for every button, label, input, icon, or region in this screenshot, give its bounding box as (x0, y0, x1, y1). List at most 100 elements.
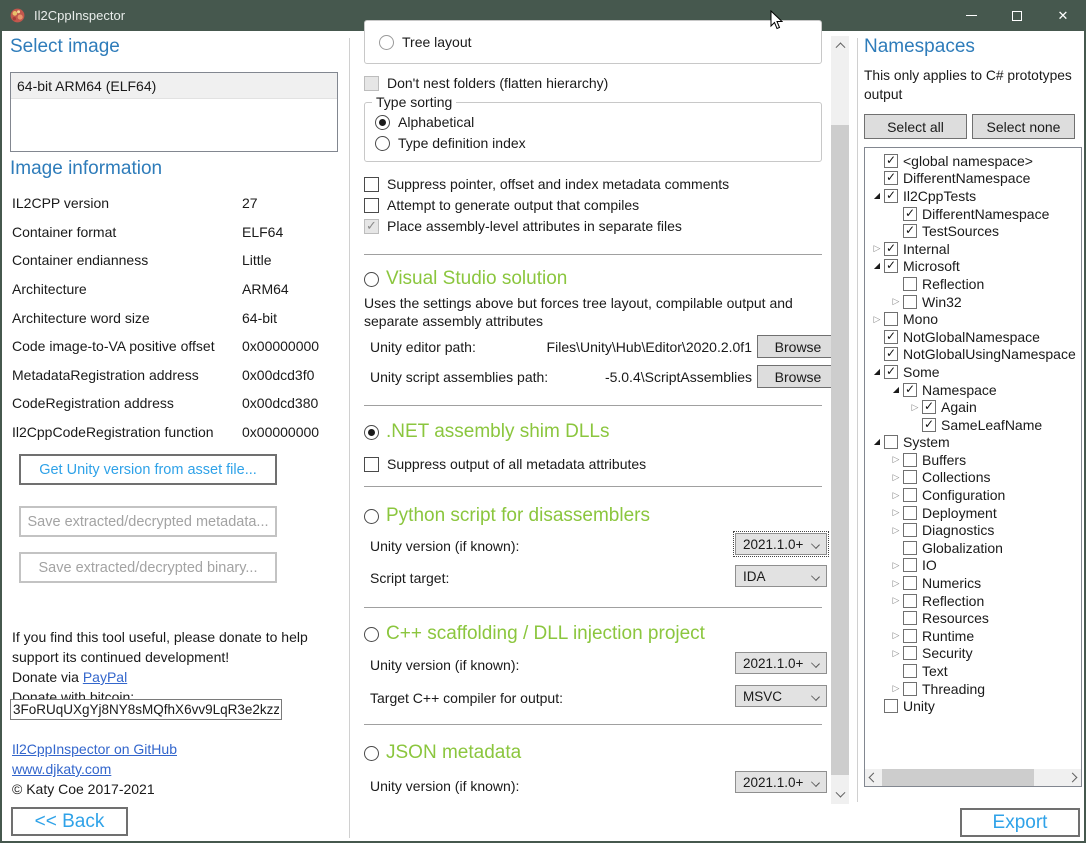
type-def-index-radio[interactable] (375, 136, 390, 151)
tree-item[interactable]: ◢Some (865, 363, 1082, 381)
tree-checkbox[interactable] (884, 699, 898, 713)
python-section-header[interactable]: Python script for disassemblers (364, 505, 650, 527)
back-button[interactable]: << Back (11, 807, 128, 836)
website-link[interactable]: www.djkaty.com (12, 761, 111, 777)
suppress-comments-option[interactable]: Suppress pointer, offset and index metad… (364, 176, 729, 192)
script-target-combobox[interactable]: IDA (735, 565, 827, 587)
cpp-section-header[interactable]: C++ scaffolding / DLL injection project (364, 623, 705, 645)
tree-item[interactable]: ▷Runtime (865, 627, 1082, 645)
tree-layout-radio[interactable] (379, 35, 394, 50)
scroll-down-arrow[interactable] (831, 787, 849, 804)
suppress-comments-checkbox[interactable] (364, 177, 379, 192)
collapsed-expander-icon[interactable]: ▷ (889, 649, 903, 658)
minimize-button[interactable] (948, 0, 994, 31)
tree-checkbox[interactable] (903, 629, 917, 643)
tree-checkbox[interactable] (903, 470, 917, 484)
tree-checkbox[interactable] (922, 418, 936, 432)
separate-attributes-option[interactable]: Place assembly-level attributes in separ… (364, 218, 682, 234)
attempt-compile-checkbox[interactable] (364, 198, 379, 213)
tree-checkbox[interactable] (903, 558, 917, 572)
alphabetical-option[interactable]: Alphabetical (375, 114, 474, 130)
tree-checkbox[interactable] (903, 207, 917, 221)
tree-item[interactable]: Globalization (865, 539, 1082, 557)
expanded-expander-icon[interactable]: ◢ (870, 262, 884, 270)
tree-item[interactable]: TestSources (865, 222, 1082, 240)
tree-item[interactable]: ▷Threading (865, 680, 1082, 698)
tree-item[interactable]: <global namespace> (865, 152, 1082, 170)
expanded-expander-icon[interactable]: ◢ (870, 438, 884, 446)
json-section-header[interactable]: JSON metadata (364, 742, 521, 764)
collapsed-expander-icon[interactable]: ▷ (889, 473, 903, 482)
tree-checkbox[interactable] (903, 682, 917, 696)
image-list-item[interactable]: 64-bit ARM64 (ELF64) (11, 73, 337, 99)
bitcoin-address-input[interactable] (10, 699, 282, 720)
get-unity-version-button[interactable]: Get Unity version from asset file... (19, 454, 277, 485)
save-binary-button[interactable]: Save extracted/decrypted binary... (19, 552, 277, 583)
tree-item[interactable]: ▷Diagnostics (865, 521, 1082, 539)
tree-item[interactable]: ▷Internal (865, 240, 1082, 258)
tree-item[interactable]: ▷Collections (865, 469, 1082, 487)
tree-item[interactable]: ▷Reflection (865, 592, 1082, 610)
tree-checkbox[interactable] (884, 242, 898, 256)
tree-checkbox[interactable] (884, 435, 898, 449)
tree-checkbox[interactable] (884, 171, 898, 185)
tree-item[interactable]: ▷Again (865, 398, 1082, 416)
tree-checkbox[interactable] (903, 594, 917, 608)
tree-checkbox[interactable] (903, 611, 917, 625)
save-metadata-button[interactable]: Save extracted/decrypted metadata... (19, 506, 277, 537)
visual-studio-radio[interactable] (364, 272, 379, 287)
tree-checkbox[interactable] (903, 576, 917, 590)
cpp-unity-version-combobox[interactable]: 2021.1.0+ (735, 652, 827, 674)
tree-item[interactable]: Unity (865, 697, 1082, 715)
tree-checkbox[interactable] (903, 541, 917, 555)
collapsed-expander-icon[interactable]: ▷ (889, 631, 903, 640)
collapsed-expander-icon[interactable]: ▷ (889, 579, 903, 588)
image-listbox[interactable]: 64-bit ARM64 (ELF64) (10, 72, 338, 152)
unity-editor-path-input[interactable]: Files\Unity\Hub\Editor\2020.2.0f1 (520, 339, 752, 359)
separate-attributes-checkbox[interactable] (364, 219, 379, 234)
tree-item[interactable]: NotGlobalNamespace (865, 328, 1082, 346)
tree-checkbox[interactable] (884, 365, 898, 379)
browse-editor-path-button[interactable]: Browse (757, 335, 839, 358)
tree-horizontal-scrollbar[interactable] (865, 769, 1081, 786)
tree-item[interactable]: ▷Numerics (865, 574, 1082, 592)
tree-item[interactable]: Text (865, 662, 1082, 680)
json-unity-version-combobox[interactable]: 2021.1.0+ (735, 771, 827, 793)
script-assemblies-path-input[interactable]: -5.0.4\ScriptAssemblies (520, 369, 752, 389)
suppress-metadata-option[interactable]: Suppress output of all metadata attribut… (364, 456, 646, 472)
tree-item[interactable]: DifferentNamespace (865, 205, 1082, 223)
collapsed-expander-icon[interactable]: ▷ (889, 491, 903, 500)
collapsed-expander-icon[interactable]: ▷ (889, 596, 903, 605)
expanded-expander-icon[interactable]: ◢ (889, 386, 903, 394)
tree-item[interactable]: ▷Configuration (865, 486, 1082, 504)
export-button[interactable]: Export (960, 808, 1080, 837)
namespace-tree[interactable]: <global namespace>DifferentNamespace◢Il2… (864, 147, 1082, 787)
tree-checkbox[interactable] (884, 154, 898, 168)
tree-item[interactable]: ◢Microsoft (865, 258, 1082, 276)
tree-item[interactable]: ▷Win32 (865, 293, 1082, 311)
options-scrollbar[interactable] (831, 36, 849, 804)
tree-checkbox[interactable] (884, 312, 898, 326)
tree-checkbox[interactable] (922, 400, 936, 414)
close-button[interactable]: ✕ (1040, 0, 1086, 31)
tree-item[interactable]: NotGlobalUsingNamespace (865, 346, 1082, 364)
tree-checkbox[interactable] (903, 453, 917, 467)
tree-checkbox[interactable] (903, 523, 917, 537)
scrollbar-thumb[interactable] (831, 125, 849, 775)
collapsed-expander-icon[interactable]: ▷ (889, 561, 903, 570)
scroll-up-arrow[interactable] (831, 36, 849, 53)
collapsed-expander-icon[interactable]: ▷ (870, 315, 884, 324)
collapsed-expander-icon[interactable]: ▷ (889, 526, 903, 535)
collapsed-expander-icon[interactable]: ▷ (889, 508, 903, 517)
collapsed-expander-icon[interactable]: ▷ (889, 455, 903, 464)
tree-checkbox[interactable] (903, 646, 917, 660)
tree-checkbox[interactable] (884, 189, 898, 203)
attempt-compile-option[interactable]: Attempt to generate output that compiles (364, 197, 639, 213)
tree-item[interactable]: Reflection (865, 275, 1082, 293)
tree-item[interactable]: ▷Buffers (865, 451, 1082, 469)
scroll-right-arrow[interactable] (1064, 769, 1081, 786)
collapsed-expander-icon[interactable]: ▷ (908, 403, 922, 412)
cpp-radio[interactable] (364, 627, 379, 642)
tree-checkbox[interactable] (884, 259, 898, 273)
tree-checkbox[interactable] (903, 277, 917, 291)
